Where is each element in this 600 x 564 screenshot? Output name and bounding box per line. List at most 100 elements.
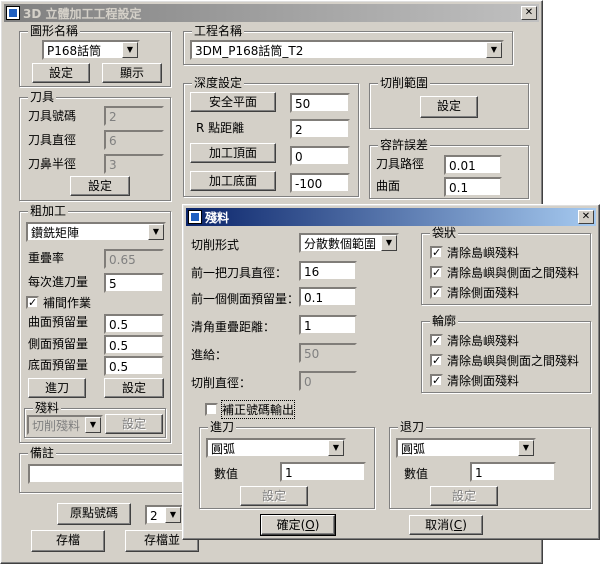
project-select[interactable]: 3DM_P168話筒_T2 ▼	[190, 40, 504, 60]
safe-plane-button[interactable]: 安全平面	[190, 92, 276, 112]
check-icon[interactable]: ✓	[430, 374, 443, 387]
check-icon[interactable]: ✓	[430, 334, 443, 347]
contour-option-label: 清除側面殘料	[447, 374, 520, 388]
ok-button-key: O	[305, 518, 315, 532]
save-button[interactable]: 存檔	[31, 530, 105, 552]
shape-select[interactable]: P168話筒 ▼	[42, 40, 140, 60]
compensation-checkbox[interactable]: 補正號碼輸出	[205, 400, 296, 419]
close-icon[interactable]: ✕	[578, 210, 594, 224]
surface-allowance-field[interactable]: 0.5	[104, 314, 164, 334]
chevron-down-icon[interactable]: ▼	[486, 42, 502, 58]
supplement-checkbox[interactable]: ✓ 補間作業	[26, 294, 91, 311]
feed-field[interactable]: 50	[299, 343, 357, 363]
chevron-down-icon[interactable]: ▼	[381, 235, 397, 251]
bottom-allowance-label: 底面預留量	[28, 358, 89, 372]
surface-tolerance-field[interactable]: 0.1	[444, 177, 502, 197]
check-icon[interactable]: ✓	[430, 246, 443, 259]
rough-group: 粗加工 鑽銑矩陣 ▼ 重疊率 0.65 每次進刀量 5 ✓ 補間作業 曲面預留量…	[19, 204, 171, 443]
tool-radius-label: 刀鼻半徑	[28, 157, 77, 171]
project-select-value: 3DM_P168話筒_T2	[195, 44, 304, 58]
pocket-legend: 袋狀	[430, 226, 459, 240]
cut-form-select[interactable]: 分散數個範圍 ▼	[299, 233, 399, 253]
checkbox-box[interactable]	[205, 403, 218, 416]
safe-plane-field[interactable]: 50	[290, 93, 350, 113]
check-icon[interactable]: ✓	[430, 286, 443, 299]
cancel-button-label: 取消(	[425, 518, 454, 532]
corner-overlap-field[interactable]: 1	[299, 315, 357, 335]
cut-diameter-label: 切削直徑：	[191, 376, 252, 390]
shape-setup-button[interactable]: 設定	[32, 63, 90, 83]
tool-path-tolerance-field[interactable]: 0.01	[444, 155, 502, 175]
contour-option-1[interactable]: ✓ 清除島嶼殘料	[430, 332, 519, 349]
chevron-down-icon[interactable]: ▼	[85, 417, 101, 433]
close-icon[interactable]: ✕	[521, 6, 537, 20]
retract-value-field[interactable]: 1	[470, 462, 556, 482]
cut-range-setup-button[interactable]: 設定	[420, 96, 478, 118]
chevron-down-icon[interactable]: ▼	[165, 507, 181, 523]
app-icon	[188, 210, 202, 224]
r-distance-field[interactable]: 2	[290, 119, 350, 139]
prev-side-allowance-field[interactable]: 0.1	[299, 287, 357, 307]
tool-diameter-label: 刀具直徑	[28, 133, 77, 147]
residual-dialog-titlebar[interactable]: 殘料 ✕	[186, 208, 596, 226]
pocket-option-label: 清除側面殘料	[447, 286, 520, 300]
chevron-down-icon[interactable]: ▼	[518, 440, 534, 456]
rough-setup-button[interactable]: 設定	[104, 378, 164, 398]
machining-top-button[interactable]: 加工頂面	[190, 143, 276, 163]
ok-button[interactable]: 確定(O)	[260, 514, 336, 536]
supplement-label: 補間作業	[43, 296, 92, 310]
origin-number-button[interactable]: 原點號碼	[57, 503, 131, 525]
tool-number-field[interactable]: 2	[104, 106, 164, 126]
pocket-option-3[interactable]: ✓ 清除側面殘料	[430, 284, 519, 301]
tool-radius-field[interactable]: 3	[104, 154, 164, 174]
check-icon[interactable]: ✓	[26, 296, 39, 309]
side-allowance-label: 側面預留量	[28, 337, 89, 351]
check-icon[interactable]: ✓	[430, 354, 443, 367]
side-allowance-field[interactable]: 0.5	[104, 335, 164, 355]
pocket-option-1[interactable]: ✓ 清除島嶼殘料	[430, 244, 519, 261]
retract-setup-button[interactable]: 設定	[430, 486, 498, 506]
approach-setup-button[interactable]: 設定	[240, 486, 308, 506]
residual-setup-button[interactable]: 設定	[105, 414, 163, 434]
retract-type-select[interactable]: 圓弧 ▼	[396, 438, 536, 458]
ok-button-label-end: )	[314, 518, 320, 532]
overlap-field[interactable]: 0.65	[104, 249, 164, 269]
feed-button[interactable]: 進刀	[28, 378, 86, 398]
chevron-down-icon[interactable]: ▼	[328, 440, 344, 456]
check-icon[interactable]: ✓	[430, 266, 443, 279]
depth-group: 深度設定 安全平面 50 R 點距離 2 加工頂面 0 加工底面 -100	[183, 76, 359, 197]
machining-bottom-field[interactable]: -100	[290, 173, 350, 193]
retract-legend: 退刀	[398, 420, 427, 434]
bottom-allowance-field[interactable]: 0.5	[104, 356, 164, 376]
display-button[interactable]: 顯示	[102, 63, 162, 83]
cancel-button-key: C	[453, 518, 463, 532]
tool-setup-button[interactable]: 設定	[70, 176, 130, 196]
origin-number-select[interactable]: 2 ▼	[145, 505, 183, 525]
chevron-down-icon[interactable]: ▼	[148, 224, 164, 240]
residual-dialog-title: 殘料	[205, 210, 230, 225]
machining-top-field[interactable]: 0	[290, 146, 350, 166]
prev-tool-diameter-field[interactable]: 16	[299, 261, 357, 281]
cancel-button[interactable]: 取消(C)	[409, 515, 483, 535]
depth-group-legend: 深度設定	[192, 76, 245, 90]
pocket-option-2[interactable]: ✓ 清除島嶼與側面之間殘料	[430, 264, 579, 281]
step-down-field[interactable]: 5	[104, 273, 164, 293]
contour-option-2[interactable]: ✓ 清除島嶼與側面之間殘料	[430, 352, 579, 369]
tool-path-tolerance-label: 刀具路徑	[376, 157, 425, 171]
rough-method-select[interactable]: 鑽銑矩陣 ▼	[26, 222, 166, 242]
cut-diameter-field[interactable]: 0	[299, 371, 357, 391]
contour-option-3[interactable]: ✓ 清除側面殘料	[430, 372, 519, 389]
cancel-button-label-end: )	[462, 518, 467, 532]
rough-group-legend: 粗加工	[28, 204, 69, 218]
residual-dialog: 殘料 ✕ 切削形式 分散數個範圍 ▼ 前一把刀具直徑： 16 前一個側面預留量：…	[182, 204, 600, 540]
residual-mode-select[interactable]: 切削殘料 ▼	[27, 415, 103, 435]
contour-option-label: 清除島嶼殘料	[447, 334, 520, 348]
tool-diameter-field[interactable]: 6	[104, 130, 164, 150]
approach-legend: 進刀	[208, 420, 237, 434]
chevron-down-icon[interactable]: ▼	[122, 42, 138, 58]
prev-side-allowance-label: 前一個側面預留量：	[191, 292, 300, 306]
machining-bottom-button[interactable]: 加工底面	[190, 171, 276, 191]
main-titlebar[interactable]: 3D 立體加工工程設定 ✕	[4, 4, 539, 22]
approach-type-select[interactable]: 圓弧 ▼	[206, 438, 346, 458]
approach-value-field[interactable]: 1	[280, 462, 366, 482]
